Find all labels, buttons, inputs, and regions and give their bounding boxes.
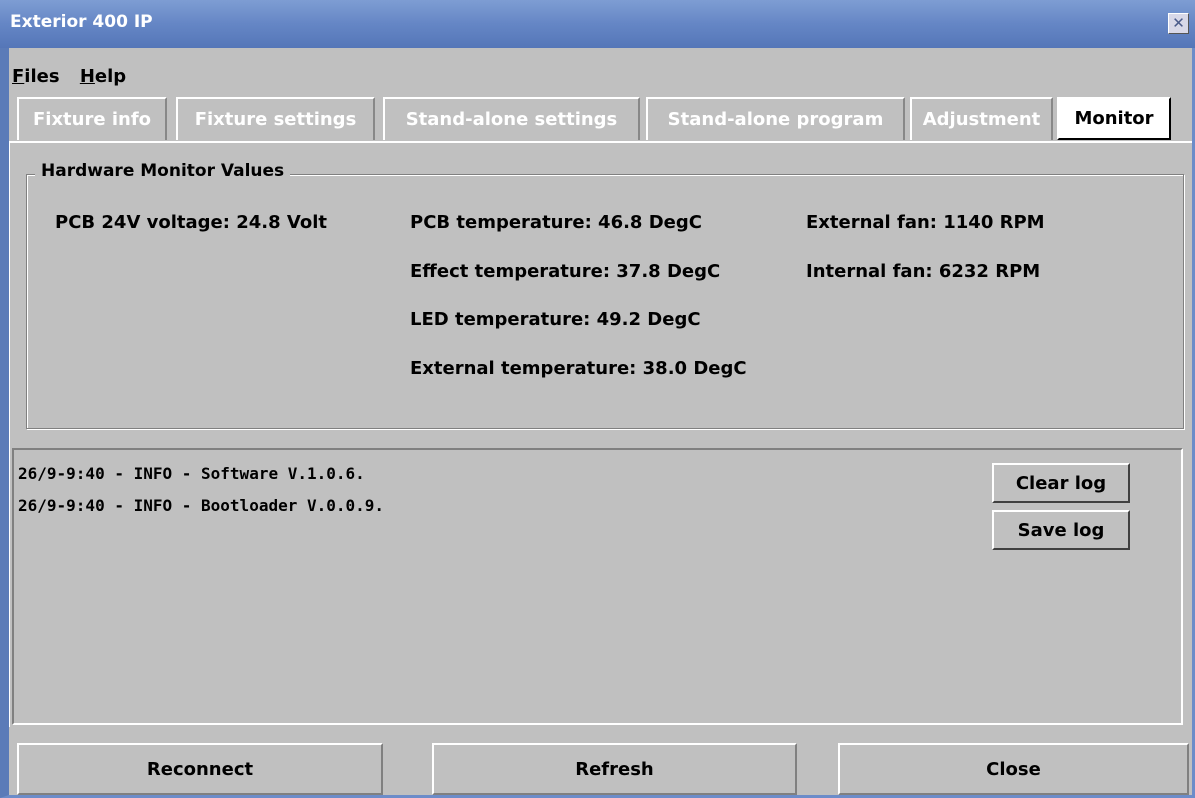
tab-monitor[interactable]: Monitor [1057, 97, 1171, 140]
menu-files-mnemonic: F [12, 66, 25, 87]
refresh-button[interactable]: Refresh [432, 743, 797, 795]
led-temperature-value: LED temperature: 49.2 DegC [410, 309, 701, 330]
tab-adjustment[interactable]: Adjustment [910, 97, 1053, 140]
menu-files[interactable]: Files [12, 66, 60, 87]
external-fan-value: External fan: 1140 RPM [806, 212, 1045, 233]
external-temperature-value: External temperature: 38.0 DegC [410, 358, 747, 379]
title-bar[interactable]: Exterior 400 IP ✕ [0, 0, 1195, 48]
group-title: Hardware Monitor Values [35, 161, 291, 181]
menu-help-mnemonic: H [79, 66, 95, 87]
close-button[interactable]: Close [838, 743, 1189, 795]
close-window-button[interactable]: ✕ [1168, 13, 1189, 34]
log-line: 26/9-9:40 - INFO - Bootloader V.0.0.9. [18, 496, 385, 515]
menu-help[interactable]: Help [80, 66, 126, 87]
reconnect-button[interactable]: Reconnect [17, 743, 383, 795]
tab-stand-alone-settings[interactable]: Stand-alone settings [383, 97, 640, 140]
menu-bar: Files Help [12, 66, 140, 88]
log-line: 26/9-9:40 - INFO - Software V.1.0.6. [18, 464, 365, 483]
log-area[interactable]: 26/9-9:40 - INFO - Software V.1.0.6. 26/… [12, 448, 1183, 725]
clear-log-button[interactable]: Clear log [992, 463, 1130, 503]
tab-stand-alone-program[interactable]: Stand-alone program [646, 97, 905, 140]
pcb-temperature-value: PCB temperature: 46.8 DegC [410, 212, 702, 233]
effect-temperature-value: Effect temperature: 37.8 DegC [410, 261, 721, 282]
menu-help-label: elp [94, 66, 127, 87]
tab-fixture-info[interactable]: Fixture info [17, 97, 167, 140]
close-icon: ✕ [1172, 14, 1185, 32]
internal-fan-value: Internal fan: 6232 RPM [806, 261, 1041, 282]
hardware-monitor-group: Hardware Monitor Values PCB 24V voltage:… [26, 161, 1184, 429]
save-log-button[interactable]: Save log [992, 510, 1130, 550]
pcb-voltage-value: PCB 24V voltage: 24.8 Volt [55, 212, 327, 233]
menu-files-label: iles [24, 66, 60, 87]
app-window: Exterior 400 IP ✕ Files Help Fixture inf… [0, 0, 1195, 798]
tab-fixture-settings[interactable]: Fixture settings [176, 97, 375, 140]
window-title: Exterior 400 IP [10, 12, 153, 32]
